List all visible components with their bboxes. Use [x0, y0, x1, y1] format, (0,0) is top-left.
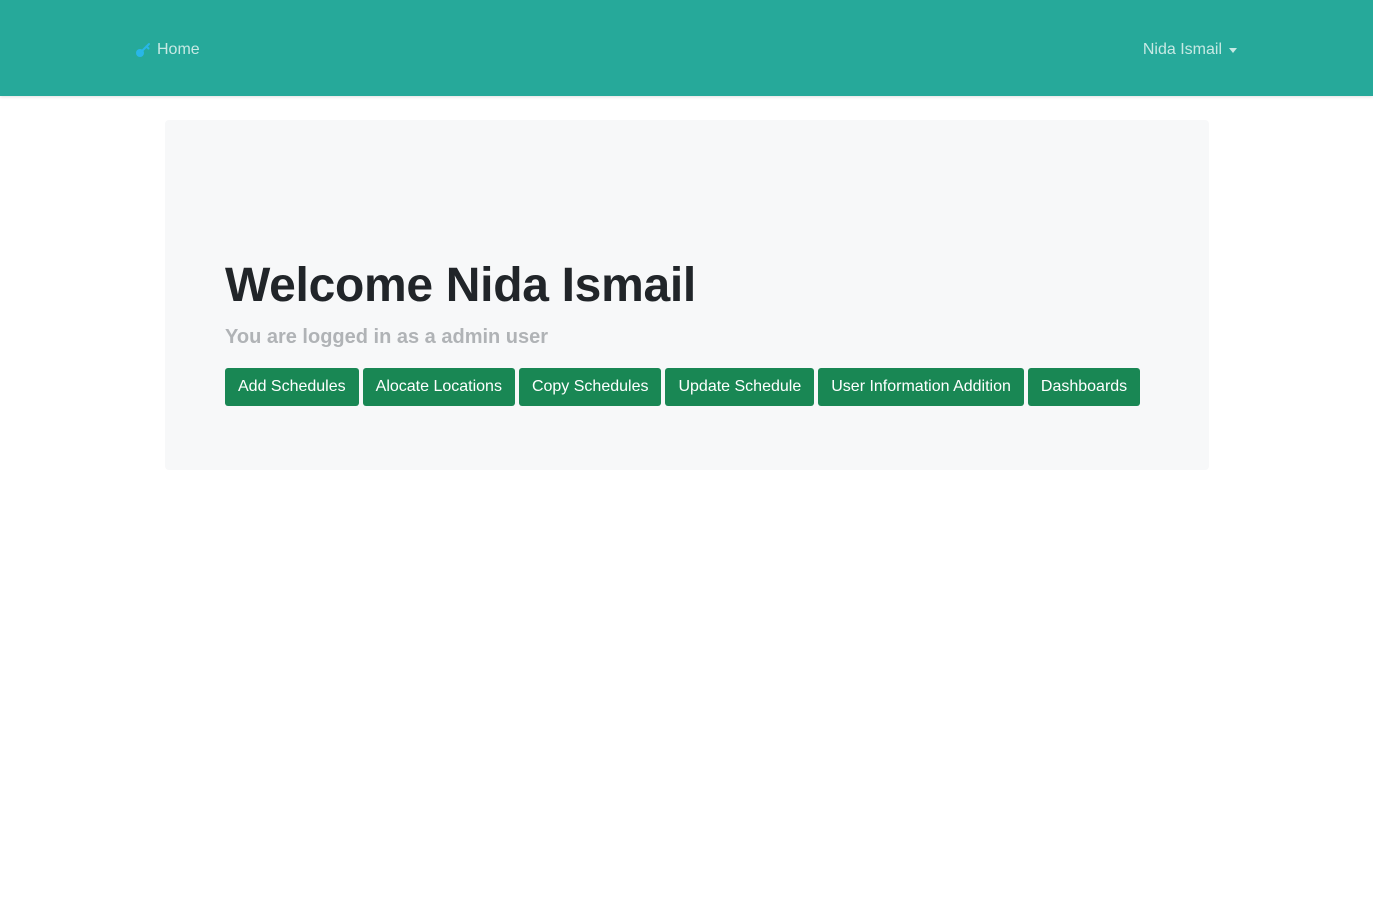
user-information-addition-button[interactable]: User Information Addition: [818, 368, 1024, 406]
alocate-locations-button[interactable]: Alocate Locations: [362, 368, 515, 406]
update-schedule-button[interactable]: Update Schedule: [665, 368, 815, 406]
welcome-title: Welcome Nida Ismail: [225, 259, 696, 312]
home-label: Home: [157, 41, 200, 58]
role-subtitle: You are logged in as a admin user: [225, 326, 549, 348]
top-navbar: Home Nida Ismail: [0, 0, 1373, 96]
action-buttons: Add Schedules Alocate Locations Copy Sch…: [225, 368, 1141, 406]
user-name: Nida Ismail: [1142, 41, 1222, 58]
home-link[interactable]: Home: [135, 41, 200, 59]
welcome-panel: Welcome Nida Ismail You are logged in as…: [165, 120, 1209, 470]
copy-schedules-button[interactable]: Copy Schedules: [518, 368, 662, 406]
dashboards-button[interactable]: Dashboards: [1027, 368, 1141, 406]
user-dropdown[interactable]: Nida Ismail: [1143, 41, 1237, 59]
caret-down-icon: [1229, 48, 1237, 53]
add-schedules-button[interactable]: Add Schedules: [225, 368, 359, 406]
key-icon: [135, 42, 152, 58]
